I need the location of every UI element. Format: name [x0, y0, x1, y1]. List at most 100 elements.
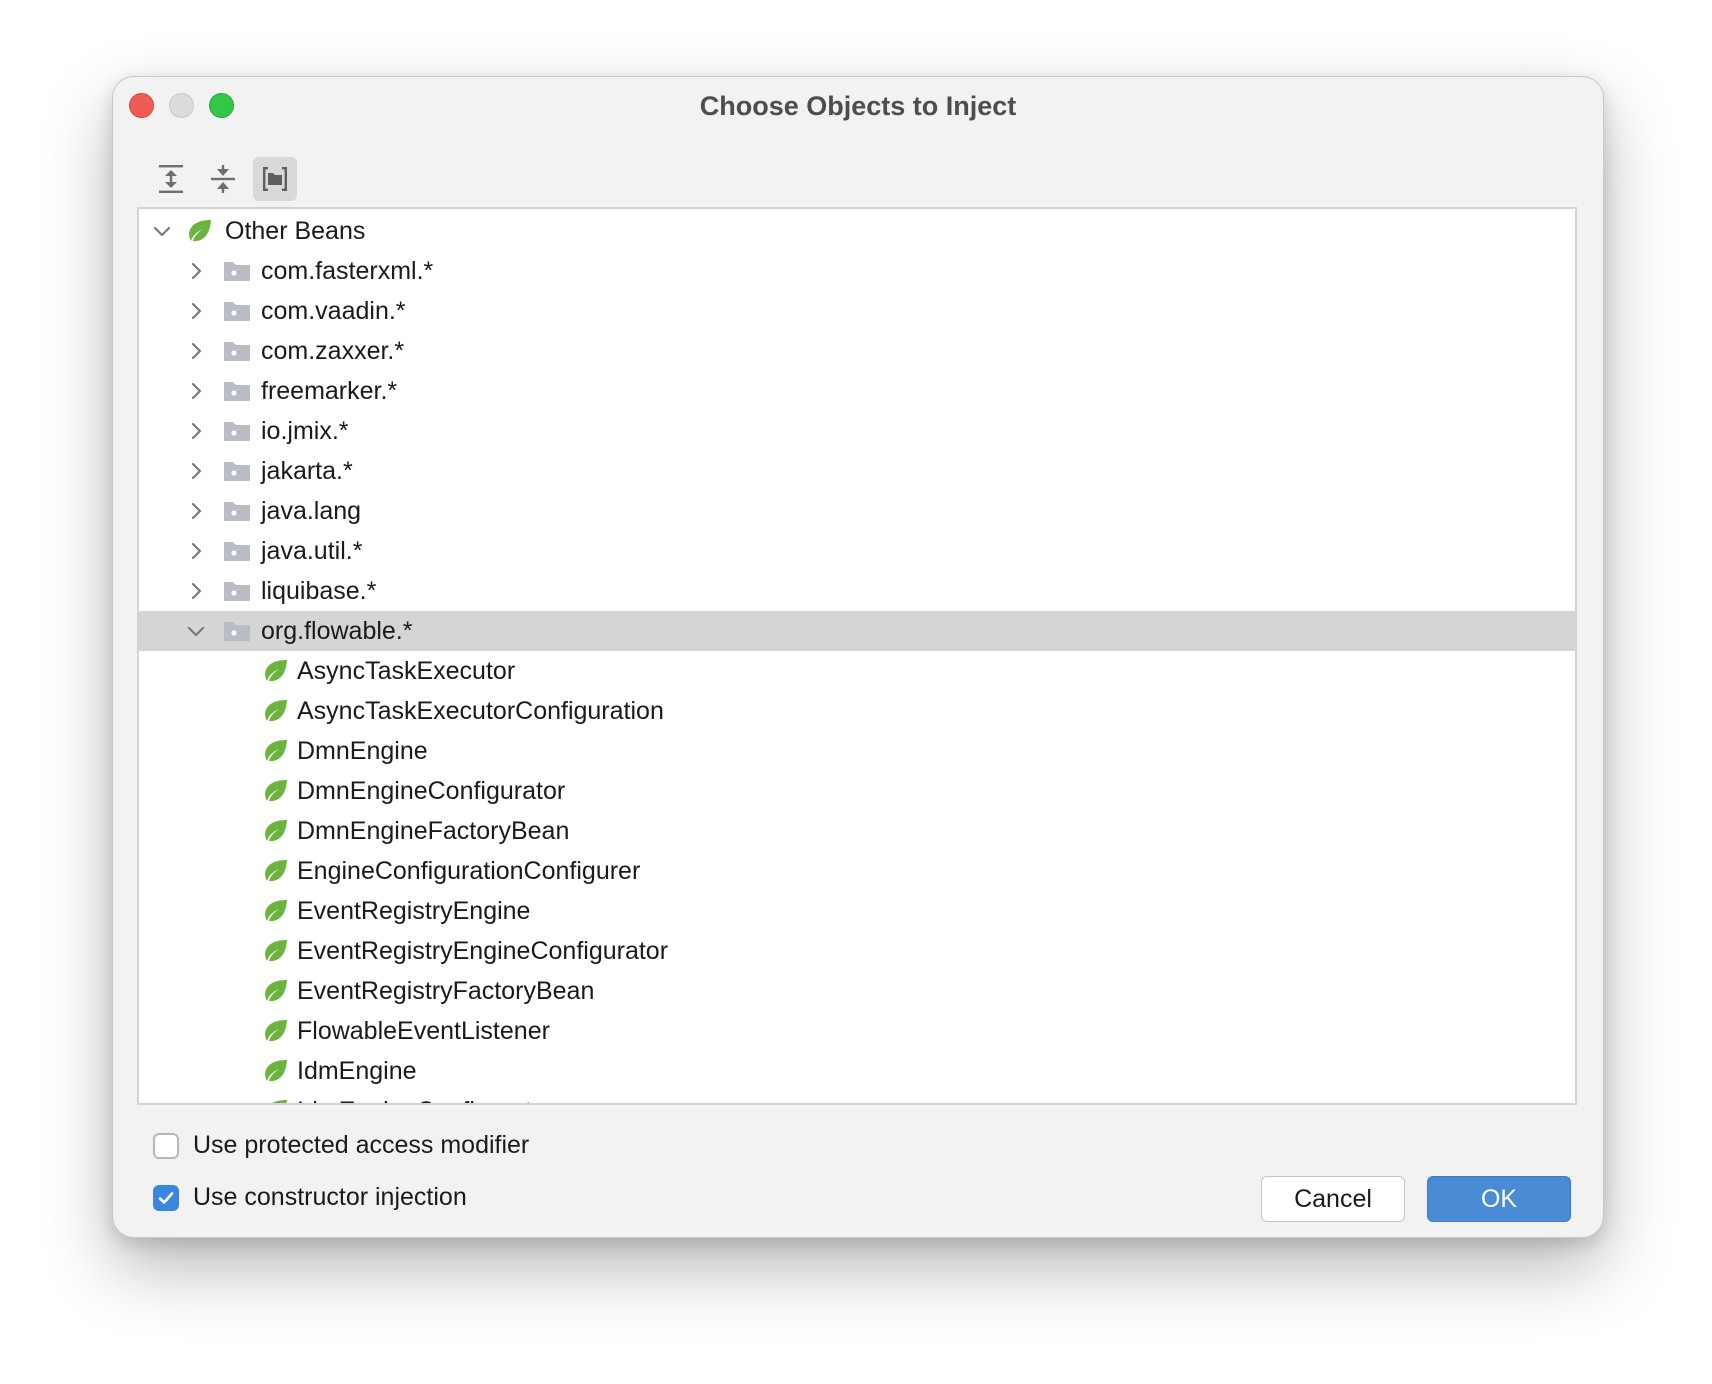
- tree-node-package[interactable]: com.vaadin.*: [139, 291, 1575, 331]
- tree-node-icon: [187, 219, 213, 248]
- tree-node-label: EventRegistryEngine: [297, 897, 531, 925]
- tree-toggle[interactable]: [185, 380, 207, 402]
- tree-toggle[interactable]: [185, 580, 207, 602]
- tree-node-label: DmnEngine: [297, 737, 428, 765]
- tree-node-label: freemarker.*: [261, 377, 398, 405]
- protected-access-label: Use protected access modifier: [193, 1131, 530, 1159]
- tree-node-package[interactable]: liquibase.*: [139, 571, 1575, 611]
- collapse-all-icon: [211, 165, 235, 193]
- spring-bean-icon: [265, 1020, 287, 1042]
- ok-button[interactable]: OK: [1427, 1176, 1571, 1222]
- spring-bean-icon: [265, 1060, 287, 1082]
- tree-node-icon: [223, 459, 251, 488]
- tree-node-icon: [223, 419, 251, 448]
- chevron-right-icon: [191, 462, 202, 480]
- tree-node-package[interactable]: java.util.*: [139, 531, 1575, 571]
- spring-bean-icon: [265, 980, 287, 1002]
- tree-node-bean[interactable]: EventRegistryEngine: [139, 891, 1575, 931]
- protected-access-option[interactable]: Use protected access modifier: [153, 1131, 529, 1160]
- package-folder-icon: [224, 382, 250, 401]
- expand-all-button[interactable]: [149, 157, 193, 201]
- tree-node-icon: [263, 1019, 289, 1048]
- tree-node-bean[interactable]: DmnEngine: [139, 731, 1575, 771]
- constructor-injection-checkbox[interactable]: [153, 1184, 179, 1211]
- chevron-right-icon: [191, 382, 202, 400]
- tree-node-icon: [223, 499, 251, 528]
- tree-toggle[interactable]: [185, 460, 207, 482]
- tree-node-bean[interactable]: AsyncTaskExecutor: [139, 651, 1575, 691]
- tree-node-other-beans[interactable]: Other Beans: [139, 211, 1575, 251]
- tree-node-package[interactable]: org.flowable.*: [139, 611, 1575, 651]
- tree-toggle[interactable]: [185, 620, 207, 642]
- beans-tree[interactable]: Other Beans com.fasterxml.* com.vaadin.* co…: [137, 207, 1577, 1105]
- tree-node-label: com.vaadin.*: [261, 297, 406, 325]
- tree-toggle[interactable]: [185, 300, 207, 322]
- tree-toggle[interactable]: [185, 540, 207, 562]
- tree-node-bean[interactable]: EventRegistryEngineConfigurator: [139, 931, 1575, 971]
- tree-node-label: liquibase.*: [261, 577, 377, 605]
- tree-node-bean[interactable]: EngineConfigurationConfigurer: [139, 851, 1575, 891]
- spring-bean-icon: [189, 220, 211, 242]
- chevron-right-icon: [191, 302, 202, 320]
- tree-node-label: com.zaxxer.*: [261, 337, 405, 365]
- tree-node-label: EngineConfigurationConfigurer: [297, 857, 641, 885]
- tree-node-label: EventRegistryFactoryBean: [297, 977, 595, 1005]
- chevron-right-icon: [191, 542, 202, 560]
- constructor-injection-option[interactable]: Use constructor injection: [153, 1183, 467, 1212]
- tree-node-bean[interactable]: EventRegistryFactoryBean: [139, 971, 1575, 1011]
- tree-node-icon: [263, 659, 289, 688]
- package-folder-icon: [224, 582, 250, 601]
- spring-bean-icon: [265, 700, 287, 722]
- tree-node-label: org.flowable.*: [261, 617, 413, 645]
- tree-node-label: io.jmix.*: [261, 417, 349, 445]
- chevron-down-icon: [153, 226, 171, 237]
- collapse-all-button[interactable]: [201, 157, 245, 201]
- tree-node-package[interactable]: com.fasterxml.*: [139, 251, 1575, 291]
- tree-node-label: com.fasterxml.*: [261, 257, 434, 285]
- tree-node-label: DmnEngineConfigurator: [297, 777, 566, 805]
- tree-node-icon: [263, 1099, 289, 1103]
- tree-node-bean[interactable]: FlowableEventListener: [139, 1011, 1575, 1051]
- protected-access-checkbox[interactable]: [153, 1132, 179, 1159]
- spring-bean-icon: [265, 860, 287, 882]
- spring-bean-icon: [265, 900, 287, 922]
- tree-node-icon: [263, 779, 289, 808]
- tree-toggle[interactable]: [185, 500, 207, 522]
- tree-node-label: IdmEngine: [297, 1057, 417, 1085]
- tree-node-label: java.util.*: [261, 537, 363, 565]
- tree-node-package[interactable]: com.zaxxer.*: [139, 331, 1575, 371]
- spring-bean-icon: [265, 660, 287, 682]
- tree-node-bean[interactable]: IdmEngine: [139, 1051, 1575, 1091]
- tree-node-package[interactable]: jakarta.*: [139, 451, 1575, 491]
- tree-node-label: FlowableEventListener: [297, 1017, 550, 1045]
- tree-node-bean[interactable]: DmnEngineFactoryBean: [139, 811, 1575, 851]
- package-folder-icon: [224, 342, 250, 361]
- chevron-down-icon: [187, 626, 205, 637]
- tree-node-icon: [263, 939, 289, 968]
- group-by-package-button[interactable]: [253, 157, 297, 201]
- tree-toggle[interactable]: [185, 420, 207, 442]
- tree-node-bean[interactable]: DmnEngineConfigurator: [139, 771, 1575, 811]
- cancel-button[interactable]: Cancel: [1261, 1176, 1405, 1222]
- tree-node-bean[interactable]: IdmEngineConfigurator: [139, 1091, 1575, 1103]
- tree-node-bean[interactable]: AsyncTaskExecutorConfiguration: [139, 691, 1575, 731]
- tree-node-package[interactable]: freemarker.*: [139, 371, 1575, 411]
- tree-node-icon: [263, 819, 289, 848]
- tree-toggle[interactable]: [185, 260, 207, 282]
- tree-node-icon: [223, 339, 251, 368]
- chevron-right-icon: [191, 342, 202, 360]
- spring-bean-icon: [265, 940, 287, 962]
- spring-bean-icon: [265, 740, 287, 762]
- checkmark-icon: [158, 1191, 174, 1204]
- tree-node-icon: [263, 859, 289, 888]
- tree-node-package[interactable]: io.jmix.*: [139, 411, 1575, 451]
- tree-toggle[interactable]: [151, 220, 173, 242]
- chevron-right-icon: [191, 262, 202, 280]
- tree-toggle[interactable]: [185, 340, 207, 362]
- tree-node-icon: [223, 579, 251, 608]
- choose-objects-dialog: Choose Objects to Inject Other Beans com…: [112, 76, 1604, 1238]
- tree-node-label: IdmEngineConfigurator: [297, 1097, 554, 1103]
- tree-node-package[interactable]: java.lang: [139, 491, 1575, 531]
- tree-node-icon: [223, 379, 251, 408]
- tree-node-icon: [223, 299, 251, 328]
